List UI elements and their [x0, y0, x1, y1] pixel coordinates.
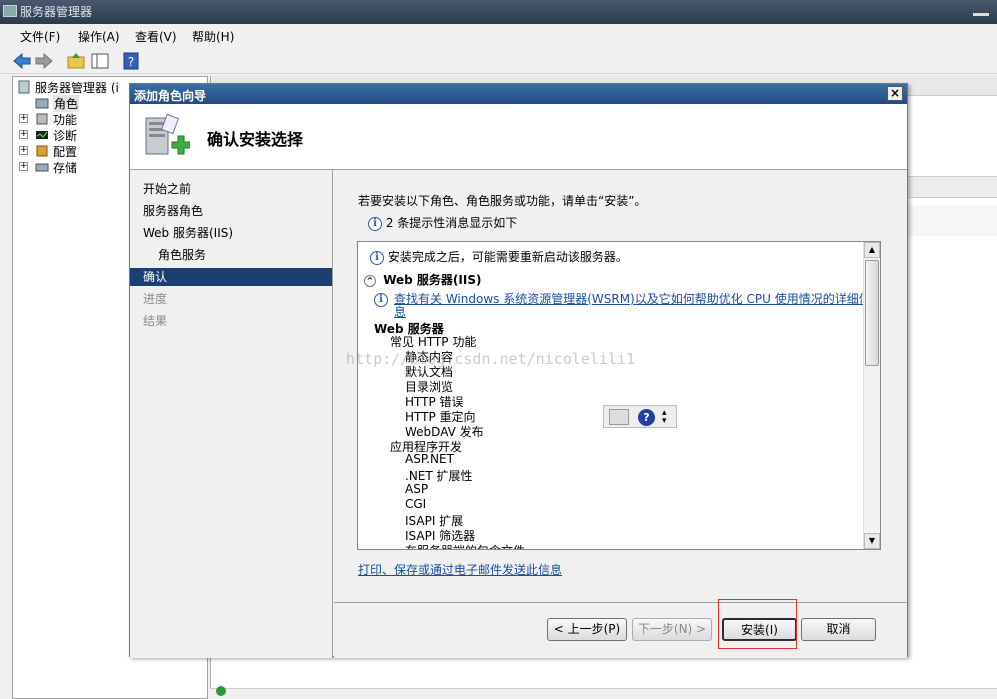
tree-item-label: 角色 [53, 95, 80, 112]
feature-line: CGI [405, 497, 427, 511]
feature-line: ASP [405, 482, 429, 496]
step-confirmation[interactable]: 确认 [130, 268, 332, 286]
info-icon: i [370, 250, 384, 265]
scroll-thumb[interactable] [865, 260, 879, 366]
show-hide-tree-icon[interactable] [90, 51, 110, 71]
ime-toolbar: ? ▴ ▾ [603, 405, 677, 428]
dialog-header: 确认安装选择 [130, 104, 907, 170]
tree-item-label: 功能 [53, 113, 78, 127]
expand-icon[interactable]: + [19, 162, 28, 171]
storage-icon [35, 163, 49, 172]
tree-item-label: 配置 [53, 145, 78, 159]
wizard-buttons: < 上一步(P) 下一步(N) > 安装(I) 取消 [334, 602, 907, 658]
confirmation-list[interactable]: i 安装完成之后，可能需要重新启动该服务器。 ^ Web 服务器(IIS) i … [357, 241, 881, 550]
status-bar [210, 686, 997, 699]
expand-icon[interactable]: + [19, 130, 28, 139]
expand-icon[interactable]: + [19, 114, 28, 123]
wsrm-info: i [374, 292, 388, 307]
vertical-scrollbar[interactable]: ▲ ▼ [863, 242, 880, 549]
wsrm-link-cont[interactable]: 息 [394, 303, 406, 320]
feature-line: 在服务器端的包含文件 [405, 542, 525, 549]
help-icon[interactable]: ? [638, 409, 655, 426]
step-results: 结果 [143, 314, 168, 328]
roles-icon [35, 98, 49, 109]
keyboard-icon[interactable] [609, 409, 629, 425]
status-icon [216, 686, 226, 696]
app-title-bar: 服务器管理器 [0, 0, 997, 24]
step-web-server-iis[interactable]: Web 服务器(IIS) [130, 224, 332, 242]
server-add-icon [145, 113, 190, 155]
toolbar: ? [0, 48, 997, 74]
dialog-title: 添加角色向导 [134, 89, 207, 103]
minimize-button[interactable] [973, 6, 989, 16]
scroll-up-icon[interactable]: ▲ [864, 242, 880, 258]
info-icon: i [368, 216, 382, 231]
diagnostics-icon [36, 131, 48, 139]
restart-message-text: 安装完成之后，可能需要重新启动该服务器。 [387, 250, 628, 264]
tree-root-label: 服务器管理器 (i [35, 81, 119, 95]
wsrm-link[interactable]: 查找有关 Windows 系统资源管理器(WSRM)以及它如何帮助优化 CPU … [394, 290, 864, 307]
step-role-services[interactable]: 角色服务 [130, 246, 332, 264]
svg-text:?: ? [128, 55, 134, 69]
next-button: 下一步(N) > [632, 618, 712, 641]
forward-arrow-icon[interactable] [34, 51, 54, 71]
restart-message: i 安装完成之后，可能需要重新启动该服务器。 [370, 248, 628, 265]
app-title: 服务器管理器 [20, 5, 93, 19]
wizard-steps: 开始之前 服务器角色 Web 服务器(IIS) 角色服务 确认 进度 结果 [130, 170, 333, 658]
options-icon[interactable]: ▴ ▾ [662, 409, 667, 426]
step-before-you-begin[interactable]: 开始之前 [130, 180, 332, 198]
scroll-down-icon[interactable]: ▼ [864, 533, 880, 549]
back-arrow-icon[interactable] [12, 51, 32, 71]
menu-action[interactable]: 操作(A) [78, 28, 120, 45]
page-title: 确认安装选择 [207, 130, 304, 149]
configuration-icon [36, 145, 48, 157]
menu-view[interactable]: 查看(V) [135, 28, 177, 45]
menu-help[interactable]: 帮助(H) [192, 28, 234, 45]
intro-text: 若要安装以下角色、角色服务或功能，请单击“安装”。 [358, 194, 647, 208]
menu-bar: 文件(F) 操作(A) 查看(V) 帮助(H) [0, 24, 997, 48]
server-manager-icon [3, 5, 17, 17]
close-button[interactable]: × [887, 86, 903, 101]
features-icon [36, 113, 48, 125]
add-roles-wizard-dialog: 添加角色向导 × 确认安装选择 开始之前 服务器角色 Web 服务器(IIS) … [129, 83, 908, 658]
collapse-icon[interactable]: ^ [364, 274, 376, 287]
watermark: http://blog.csdn.net/nicolelili1 [346, 350, 635, 368]
print-save-email-link[interactable]: 打印、保存或通过电子邮件发送此信息 [358, 561, 562, 578]
expand-icon[interactable]: + [19, 146, 28, 155]
up-folder-icon[interactable] [66, 51, 86, 71]
step-server-roles[interactable]: 服务器角色 [130, 202, 332, 220]
dialog-title-bar: 添加角色向导 × [130, 84, 907, 104]
cancel-button[interactable]: 取消 [801, 618, 876, 641]
step-progress: 进度 [143, 292, 168, 306]
menu-file[interactable]: 文件(F) [20, 28, 60, 45]
feature-line: ASP.NET [405, 452, 454, 466]
messages-note: i 2 条提示性消息显示如下 [368, 214, 517, 231]
help-icon[interactable]: ? [121, 51, 141, 71]
confirmation-list-content: i 安装完成之后，可能需要重新启动该服务器。 ^ Web 服务器(IIS) i … [358, 242, 864, 549]
info-icon: i [374, 292, 388, 307]
section-title: Web 服务器(IIS) [383, 273, 482, 287]
highlight-box [718, 599, 797, 649]
previous-button[interactable]: < 上一步(P) [547, 618, 627, 641]
tree-item-label: 诊断 [53, 129, 78, 143]
wizard-content: 若要安装以下角色、角色服务或功能，请单击“安装”。 i 2 条提示性消息显示如下… [334, 170, 907, 602]
details-band [907, 176, 997, 198]
messages-note-text: 2 条提示性消息显示如下 [385, 216, 518, 230]
section-web-server[interactable]: ^ Web 服务器(IIS) [364, 271, 481, 288]
server-icon [18, 80, 30, 94]
details-band [907, 206, 997, 236]
tree-item-label: 存储 [53, 161, 78, 175]
